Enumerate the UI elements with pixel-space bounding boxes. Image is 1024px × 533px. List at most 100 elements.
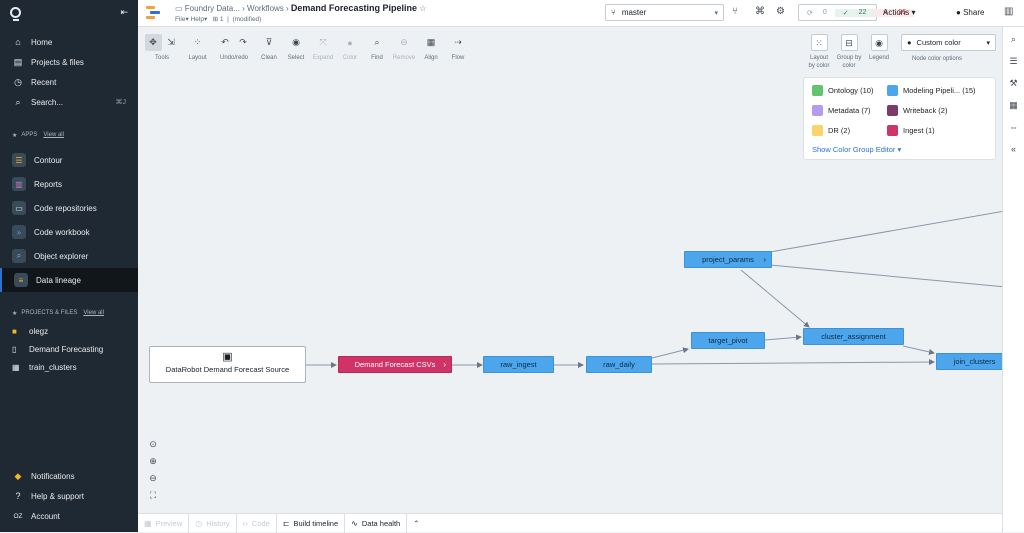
undo-redo-group: ↶ ↷ Undo/redo	[214, 34, 254, 61]
search-icon[interactable]: ⌕	[1003, 28, 1024, 50]
legend-item[interactable]: DR (2)	[812, 125, 850, 136]
tab-preview[interactable]: ▦ Preview	[138, 513, 190, 533]
legend-label: Modeling Pipeli... (15)	[903, 86, 976, 95]
chevron-right-icon[interactable]: ›	[443, 360, 446, 369]
sidebar-item-label: Home	[31, 37, 53, 47]
breadcrumb-item[interactable]: Foundry Data...	[185, 4, 240, 13]
fit-screen-icon[interactable]: ⛶	[145, 487, 161, 503]
actions-menu[interactable]: Actions ▾	[883, 8, 915, 17]
sidebar-file-olegz[interactable]: ■ olegz	[0, 322, 138, 340]
sidebar-item-projects[interactable]: ▤ Projects & files	[0, 52, 138, 72]
remove-icon[interactable]: ⊖	[396, 34, 413, 51]
files-view-all-link[interactable]: View all	[83, 310, 104, 316]
tab-label: Preview	[155, 518, 183, 528]
color-drop-icon[interactable]: ●	[342, 34, 359, 51]
source-node[interactable]: ▣ DataRobot Demand Forecast Source	[149, 346, 306, 383]
remove-group: ⊖ Remove	[391, 34, 417, 61]
zoom-in-icon[interactable]: ⊕	[145, 453, 161, 469]
group-by-color-icon[interactable]: ⊟	[840, 34, 858, 51]
sidebar-app-label: Reports	[34, 179, 63, 189]
legend-item[interactable]: Ingest (1)	[887, 125, 935, 136]
legend-item[interactable]: Metadata (7)	[812, 105, 871, 116]
help-menu[interactable]: Help	[191, 16, 204, 23]
select-tool-icon[interactable]: ⇲	[163, 34, 180, 51]
layout-icon[interactable]: ⁘	[189, 34, 206, 51]
hammer-icon[interactable]: ⚒	[1003, 72, 1024, 94]
table-icon[interactable]: ▦	[1003, 94, 1024, 116]
select-target-icon[interactable]: ◉	[288, 34, 305, 51]
clock-icon: ◷	[195, 518, 203, 528]
redo-icon[interactable]: ↷	[235, 34, 252, 51]
legend-tool: ◉ Legend	[866, 34, 892, 62]
tab-code[interactable]: ‹› Code	[237, 513, 277, 533]
git-merge-icon[interactable]: ⑂	[732, 6, 738, 17]
tab-build-timeline[interactable]: ⊏ Build timeline	[277, 513, 346, 533]
collapse-left-icon[interactable]: «	[1003, 138, 1024, 160]
pan-tool-icon[interactable]: ✥	[144, 34, 162, 51]
sidebar-item-account[interactable]: OZ Account	[0, 506, 138, 526]
sidebar-item-recent[interactable]: ◷ Recent	[0, 72, 138, 92]
show-color-group-editor-link[interactable]: Show Color Group Editor ▾	[812, 145, 901, 154]
node-cluster-assignment[interactable]: cluster_assignment	[803, 328, 904, 345]
node-label: project_params	[702, 255, 754, 264]
file-menu[interactable]: File	[175, 16, 185, 23]
edge	[651, 347, 689, 359]
foundry-logo[interactable]	[10, 6, 21, 21]
undo-icon[interactable]: ↶	[217, 34, 234, 51]
sidebar-app-contour[interactable]: ☰ Contour	[0, 148, 138, 172]
legend-item[interactable]: Modeling Pipeli... (15)	[887, 85, 976, 96]
list-icon[interactable]: ☰	[1003, 50, 1024, 72]
find-icon[interactable]: ⌕	[369, 34, 386, 51]
sidebar-app-reports[interactable]: ▥ Reports	[0, 172, 138, 196]
apps-section-header: ★ APPS View all	[0, 126, 138, 144]
gear-icon[interactable]: ⚙	[776, 6, 785, 17]
node-target-pivot[interactable]: target_pivot	[691, 332, 765, 349]
align-grid-icon[interactable]: ▦	[423, 34, 440, 51]
flow-icon[interactable]: ⇢	[450, 34, 467, 51]
build-status[interactable]: ⟳ 0 ✓ 22 ✕ 26	[798, 4, 914, 21]
node-demand-forecast-csvs[interactable]: Demand Forecast CSVs ›	[338, 356, 452, 373]
layout-by-color-icon[interactable]: ⁙	[810, 34, 828, 51]
sidebar-item-help[interactable]: ? Help & support	[0, 486, 138, 506]
filter-clean-icon[interactable]: ⊽	[261, 34, 278, 51]
expand-panel-icon[interactable]: ⌃	[407, 514, 425, 533]
sidebar-item-notifications[interactable]: ◆ Notifications	[0, 466, 138, 486]
node-raw-ingest[interactable]: raw_ingest	[483, 356, 554, 373]
node-color-select[interactable]: ● Custom color ▾	[901, 34, 996, 51]
sidebar-app-code-repositories[interactable]: ▭ Code repositories	[0, 196, 138, 220]
collapse-sidebar-icon[interactable]: ⇤	[120, 7, 128, 18]
sidebar-file-train-clusters[interactable]: ▦ train_clusters	[0, 358, 138, 376]
branch-selector[interactable]: ⑂ master ▾	[605, 4, 724, 21]
command-icon[interactable]: ⌘	[755, 6, 765, 17]
flow-group: ⇢ Flow	[447, 34, 469, 61]
panel-layout-icon[interactable]: ▥	[1004, 6, 1013, 17]
sidebar-file-demand-forecasting[interactable]: ▯ Demand Forecasting	[0, 340, 138, 358]
zoom-out-icon[interactable]: ⊖	[145, 470, 161, 486]
legend-item[interactable]: Writeback (2)	[887, 105, 947, 116]
zoom-controls: ⊙ ⊕ ⊖ ⛶	[145, 436, 161, 504]
node-raw-daily[interactable]: raw_daily	[586, 356, 652, 373]
toolbar-label: Align	[424, 55, 438, 61]
node-label: raw_ingest	[500, 360, 537, 369]
share-button[interactable]: ● Share	[956, 8, 984, 17]
git-branch-icon: ⑂	[611, 8, 616, 17]
sidebar-app-code-workbook[interactable]: » Code workbook	[0, 220, 138, 244]
node-project-params[interactable]: project_params ›	[684, 251, 772, 268]
sidebar-item-home[interactable]: ⌂ Home	[0, 32, 138, 52]
sidebar-item-search[interactable]: ⌕ Search... ⌘J	[0, 92, 138, 112]
legend-item[interactable]: Ontology (10)	[812, 85, 873, 96]
sidebar-app-label: Contour	[34, 155, 63, 165]
favorite-star-icon[interactable]: ☆	[419, 4, 426, 13]
tab-history[interactable]: ◷ History	[189, 513, 237, 533]
expand-icon[interactable]: ⤧	[315, 34, 332, 51]
swap-arrows-icon[interactable]: ⇔	[1003, 116, 1024, 138]
apps-view-all-link[interactable]: View all	[43, 132, 64, 138]
eye-icon[interactable]: ◉	[870, 34, 888, 51]
center-icon[interactable]: ⊙	[145, 436, 161, 452]
tab-data-health[interactable]: ∿ Data health	[345, 513, 408, 533]
sidebar-item-label: Notifications	[31, 471, 75, 481]
sidebar-app-object-explorer[interactable]: ⌕ Object explorer	[0, 244, 138, 268]
chevron-right-icon[interactable]: ›	[763, 255, 766, 264]
sidebar-app-data-lineage[interactable]: ≡ Data lineage	[0, 268, 138, 292]
breadcrumb-item[interactable]: Workflows	[247, 4, 284, 13]
